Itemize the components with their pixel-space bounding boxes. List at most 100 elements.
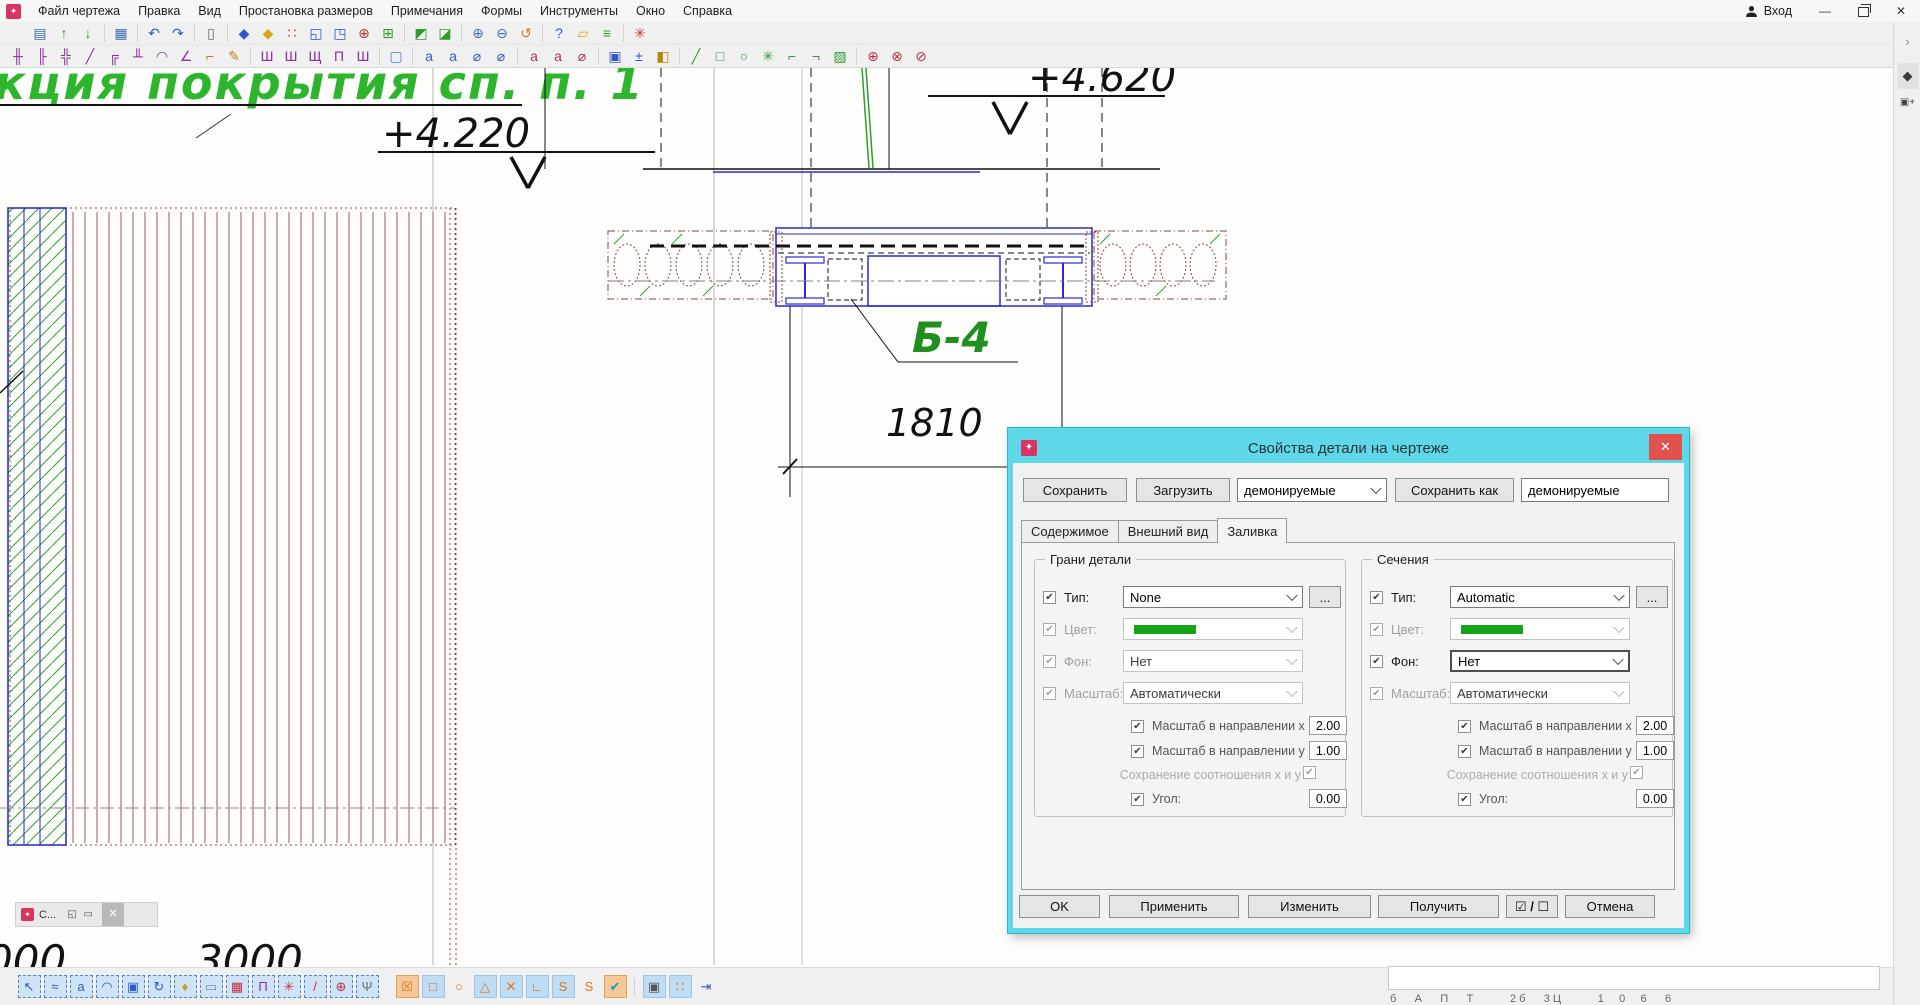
fit-icon[interactable]: ◱ (305, 23, 327, 43)
snap-s-icon[interactable]: S (552, 975, 575, 998)
line-tool-icon[interactable]: ╱ (685, 46, 707, 66)
mark-col-icon[interactable]: П (328, 46, 350, 66)
tab[interactable]: Внешний вид (1118, 520, 1219, 543)
load-drawing-icon[interactable]: ↑ (53, 23, 75, 43)
mark-del-icon[interactable]: Ш (352, 46, 374, 66)
sections-scale-x-field[interactable]: 2.00 (1636, 716, 1674, 735)
sections-scale-x-checkbox[interactable]: ✔ (1458, 720, 1471, 733)
apply-button[interactable]: Применить (1109, 895, 1239, 918)
load-preset-button[interactable]: Загрузить (1136, 478, 1230, 502)
faces-scale-x-field[interactable]: 2.00 (1309, 716, 1347, 735)
sections-scale-select[interactable]: Автоматически (1450, 682, 1630, 704)
edit-blue-icon[interactable]: ◆ (233, 23, 255, 43)
snap-box-icon[interactable]: ☒ (396, 975, 419, 998)
preset-select[interactable]: демонируемые (1237, 478, 1387, 502)
sections-type-browse-button[interactable]: ... (1636, 586, 1668, 608)
text-slash-icon[interactable]: ⌀ (466, 46, 488, 66)
circle-tool-icon[interactable]: ○ (733, 46, 755, 66)
menu-item[interactable]: Примечания (382, 1, 472, 21)
copy-drawing-icon[interactable]: ▤ (29, 23, 51, 43)
faces-type-checkbox[interactable]: ✔ (1043, 591, 1056, 604)
text-blue2-icon[interactable]: a (442, 46, 464, 66)
copy-props-icon[interactable]: ◩ (410, 23, 432, 43)
add-view-button[interactable]: ▣+ (1900, 97, 1916, 109)
menu-item[interactable]: Простановка размеров (230, 1, 382, 21)
plus-minus-icon[interactable]: ± (628, 46, 650, 66)
menu-item[interactable]: Файл чертежа (29, 1, 129, 21)
paste-props-icon[interactable]: ◪ (434, 23, 456, 43)
symbol-icon[interactable]: ▣ (604, 46, 626, 66)
tab[interactable]: Заливка (1217, 518, 1287, 543)
text-slash2-icon[interactable]: ⌀ (490, 46, 512, 66)
filter-table-icon[interactable]: ▦ (226, 975, 249, 998)
save-as-input[interactable] (1521, 478, 1669, 502)
snap-corner-icon[interactable]: ∟ (526, 975, 549, 998)
modify-button[interactable]: Изменить (1248, 895, 1371, 918)
text-blue-icon[interactable]: a (418, 46, 440, 66)
filter-fill-icon[interactable]: ▣ (122, 975, 145, 998)
mini-maximize-icon[interactable]: ▭ (80, 909, 96, 920)
sections-angle-field[interactable]: 0.00 (1636, 789, 1674, 808)
text-red-slash-icon[interactable]: ⌀ (571, 46, 593, 66)
undo-icon[interactable]: ↶ (143, 23, 165, 43)
dim-linear-icon[interactable]: ╫ (7, 46, 29, 66)
marquee-icon[interactable]: ▢ (385, 46, 407, 66)
text-red-icon[interactable]: a (523, 46, 545, 66)
poly2-tool-icon[interactable]: ¬ (805, 46, 827, 66)
sections-color-select[interactable] (1450, 618, 1630, 640)
dim-arc-icon[interactable]: ◠ (151, 46, 173, 66)
axis-circle-icon[interactable]: ⊕ (862, 46, 884, 66)
sections-angle-checkbox[interactable]: ✔ (1458, 793, 1471, 806)
dim-edit-icon[interactable]: ✎ (223, 46, 245, 66)
import-icon[interactable]: ⊞ (377, 23, 399, 43)
mini-close-icon[interactable]: ✕ (102, 903, 124, 926)
filter-rotate-icon[interactable]: ↻ (148, 975, 171, 998)
sections-scale-checkbox[interactable]: ✔ (1370, 687, 1383, 700)
faces-color-checkbox[interactable]: ✔ (1043, 623, 1056, 636)
open-folder-icon[interactable]: ▱ (572, 23, 594, 43)
help-mode-icon[interactable]: ? (548, 23, 570, 43)
dim-double-icon[interactable]: ╨ (127, 46, 149, 66)
snap-triangle-icon[interactable]: △ (474, 975, 497, 998)
snap-check-icon[interactable]: ✔ (604, 975, 627, 998)
mark-wall2-icon[interactable]: Ш (280, 46, 302, 66)
ok-button[interactable]: OK (1019, 895, 1100, 918)
sections-scale-y-field[interactable]: 1.00 (1636, 741, 1674, 760)
minimize-button[interactable]: — (1806, 0, 1844, 22)
sections-type-select[interactable]: Automatic (1450, 586, 1630, 608)
poly-tool-icon[interactable]: ⌐ (781, 46, 803, 66)
check-toggle-button[interactable]: ☑ / ☐ (1506, 895, 1558, 918)
restore-button[interactable] (1844, 0, 1882, 22)
filter-frame-icon[interactable]: ▭ (200, 975, 223, 998)
rect-tool-icon[interactable]: □ (709, 46, 731, 66)
dim-leader-icon[interactable]: ╱ (79, 46, 101, 66)
sections-color-checkbox[interactable]: ✔ (1370, 623, 1383, 636)
dim-chain-icon[interactable]: ╬ (55, 46, 77, 66)
snap-square-icon[interactable]: □ (422, 975, 445, 998)
command-strip[interactable] (1388, 966, 1880, 990)
faces-scale-select[interactable]: Автоматически (1123, 682, 1303, 704)
login-button[interactable]: Вход (1731, 4, 1806, 18)
sheet-icon[interactable]: ▯ (200, 23, 222, 43)
faces-bg-checkbox[interactable]: ✔ (1043, 655, 1056, 668)
faces-angle-checkbox[interactable]: ✔ (1131, 793, 1144, 806)
save-preset-button[interactable]: Сохранить (1023, 478, 1127, 502)
dim-vertical-icon[interactable]: ╟ (31, 46, 53, 66)
snap-circle-icon[interactable]: ○ (448, 975, 471, 998)
edit-yellow-icon[interactable]: ◆ (257, 23, 279, 43)
zoom-out-icon[interactable]: ⊖ (491, 23, 513, 43)
cancel-button[interactable]: Отмена (1565, 895, 1655, 918)
zoom-prev-icon[interactable]: ↺ (515, 23, 537, 43)
dim-slope-icon[interactable]: ⌐ (199, 46, 221, 66)
faces-scale-checkbox[interactable]: ✔ (1043, 687, 1056, 700)
scale-icon[interactable]: ◳ (329, 23, 351, 43)
hatch-tool-icon[interactable]: ▨ (829, 46, 851, 66)
menu-item[interactable]: Окно (627, 1, 674, 21)
faces-scale-y-field[interactable]: 1.00 (1309, 741, 1347, 760)
palette-icon[interactable]: ∷ (281, 23, 303, 43)
axis-circle3-icon[interactable]: ⊘ (910, 46, 932, 66)
faces-type-browse-button[interactable]: ... (1309, 586, 1341, 608)
dim-box-icon[interactable]: ╔ (103, 46, 125, 66)
paint-icon[interactable]: ✳ (629, 23, 651, 43)
filter-gate-icon[interactable]: П (252, 975, 275, 998)
